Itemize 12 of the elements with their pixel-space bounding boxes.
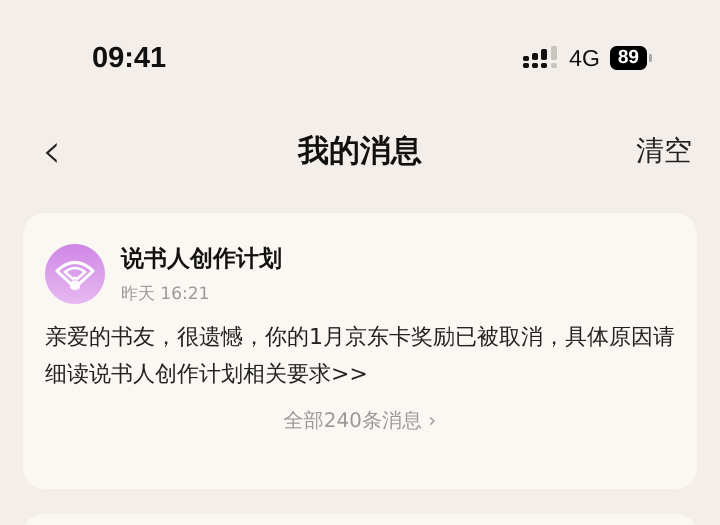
page-title: 我的消息 bbox=[298, 132, 422, 171]
network-type: 4G bbox=[569, 44, 600, 72]
signal-icon bbox=[523, 46, 560, 70]
battery-level: 89 bbox=[610, 46, 647, 70]
battery-tip-icon bbox=[649, 54, 652, 62]
message-time: 昨天 16:21 bbox=[121, 283, 210, 305]
status-time: 09:41 bbox=[92, 42, 166, 74]
clear-button[interactable]: 清空 bbox=[636, 132, 692, 170]
back-button[interactable]: ‹ bbox=[38, 127, 66, 175]
fan-icon bbox=[45, 244, 105, 304]
sender-name: 说书人创作计划 bbox=[121, 245, 282, 274]
message-text: 亲爱的书友，很遗憾，你的1月京东卡奖励已被取消，具体原因请细读说书人创作计划相关要求>> bbox=[45, 324, 675, 389]
